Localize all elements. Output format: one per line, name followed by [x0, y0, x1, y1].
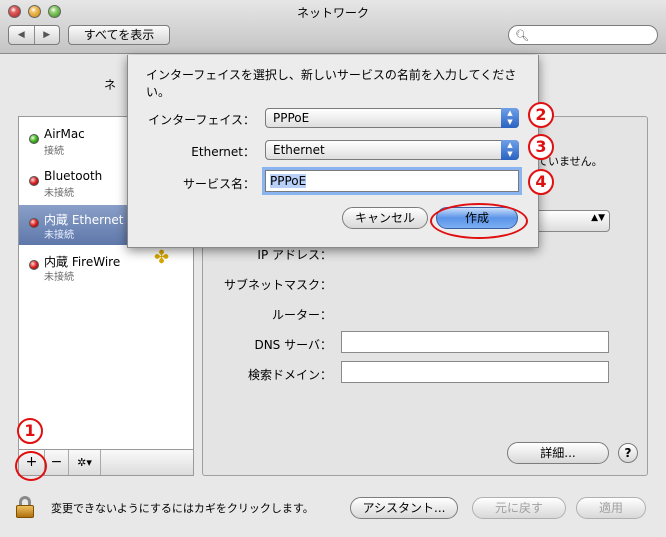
- dns-server-field[interactable]: [341, 331, 609, 353]
- annotation-number-3: 3: [528, 134, 554, 160]
- status-green-icon: [29, 134, 39, 144]
- subnet-mask-label: サブネットマスク：: [223, 278, 332, 292]
- search-field[interactable]: 🔍︎: [508, 25, 658, 45]
- ethernet-popup[interactable]: Ethernet ▲ ▼: [265, 140, 519, 160]
- window-title: ネットワーク: [296, 6, 369, 20]
- service-name: Bluetooth: [44, 169, 103, 183]
- location-label: ネ: [104, 78, 117, 92]
- help-button[interactable]: ?: [618, 443, 638, 463]
- search-domain-field[interactable]: [341, 361, 609, 383]
- cancel-button[interactable]: キャンセル: [342, 207, 428, 229]
- firewire-icon: ✤: [154, 247, 170, 268]
- ip-address-label: IP アドレス：: [257, 248, 332, 262]
- revert-button[interactable]: 元に戻す: [472, 497, 566, 519]
- annotation-number-1: 1: [17, 418, 43, 444]
- remove-service-button[interactable]: −: [45, 450, 69, 475]
- popup-arrows-icon: ▲▼: [501, 140, 519, 160]
- interface-popup[interactable]: PPPoE ▲ ▼: [265, 108, 519, 128]
- service-name-field[interactable]: PPPoE: [265, 170, 519, 192]
- assistant-button[interactable]: アシスタント...: [350, 497, 458, 519]
- service-name: AirMac: [44, 127, 85, 141]
- router-label: ルーター：: [271, 308, 332, 322]
- back-button[interactable]: ◀: [9, 26, 35, 44]
- status-red-icon: [29, 260, 39, 270]
- service-status: 未接続: [44, 230, 74, 241]
- service-status: 接続: [44, 146, 64, 157]
- service-status: 未接続: [44, 188, 74, 199]
- sheet-prompt: インターフェイスを選択し、新しいサービスの名前を入力してください。: [146, 68, 517, 99]
- action-menu-button[interactable]: ✲▾: [69, 450, 101, 475]
- status-red-icon: [29, 176, 39, 186]
- popup-arrows-icon: ▲▼: [591, 213, 605, 223]
- popup-arrows-icon: ▲▼: [501, 108, 519, 128]
- show-all-button[interactable]: すべてを表示: [68, 25, 170, 45]
- service-status: 未接続: [44, 272, 74, 283]
- search-domain-label: 検索ドメイン：: [247, 368, 332, 382]
- search-icon: 🔍︎: [515, 29, 529, 42]
- window-titlebar: ネットワーク ◀ ▶ すべてを表示 🔍︎: [0, 0, 666, 54]
- ethernet-value: Ethernet: [273, 143, 325, 157]
- dns-server-label: DNS サーバ：: [254, 338, 332, 352]
- nav-buttons: ◀ ▶: [8, 25, 60, 45]
- forward-button[interactable]: ▶: [35, 26, 60, 44]
- interface-value: PPPoE: [273, 111, 310, 125]
- lock-body: [16, 505, 34, 518]
- annotation-ring-add: [15, 451, 47, 481]
- annotation-ring-create: [430, 203, 528, 239]
- lock-icon[interactable]: [15, 496, 35, 518]
- status-red-icon: [29, 218, 39, 228]
- advanced-button[interactable]: 詳細...: [507, 442, 609, 464]
- service-name-label: サービス名：: [182, 177, 255, 191]
- apply-button[interactable]: 適用: [576, 497, 646, 519]
- lock-message: 変更できないようにするにはカギをクリックします。: [51, 502, 314, 515]
- interface-label: インターフェイス：: [148, 113, 255, 127]
- ethernet-label: Ethernet：: [191, 145, 255, 159]
- service-name-value: PPPoE: [270, 174, 307, 188]
- annotation-number-4: 4: [528, 169, 554, 195]
- annotation-number-2: 2: [528, 102, 554, 128]
